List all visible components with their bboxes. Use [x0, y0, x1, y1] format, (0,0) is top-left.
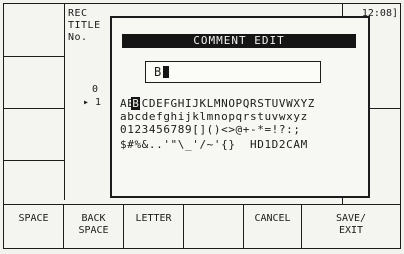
left-divider — [64, 4, 65, 200]
rec-label: REC — [68, 8, 88, 19]
blank-function-key[interactable] — [184, 205, 244, 249]
space-button-label: SPACE — [18, 213, 49, 224]
dialog-title: COMMENT EDIT — [122, 34, 356, 48]
letter-label-2: LETTER — [135, 213, 172, 224]
main-panel: REC TITLE No. 12:08] 0% 0 ▸ 1 SPACE BACK… — [3, 3, 401, 249]
save-exit-button[interactable]: SAVE/ EXIT — [302, 205, 400, 249]
text-cursor — [163, 66, 169, 78]
char-row-lowercase[interactable]: abcdefghijklmnopqrstuvwxyz — [120, 111, 308, 123]
save-exit-label-1: SAVE/ — [335, 213, 367, 224]
char-row-special[interactable]: $#%&..'"\_'/~'{} HD1D2CAM — [120, 139, 308, 151]
left-cell-1 — [4, 4, 64, 57]
char-row-uppercase[interactable]: AB CDEFGHIJKLMNOPQRSTUVWXYZ — [120, 98, 315, 110]
list-row-1[interactable]: ▸ 1 — [83, 97, 101, 108]
title-label: TITLE — [68, 20, 101, 31]
list-row-0[interactable]: 0 — [92, 84, 98, 95]
cancel-button[interactable]: CANCEL — [244, 205, 302, 249]
no-label: No. — [68, 32, 88, 43]
cancel-label-1: CANCEL — [254, 213, 291, 224]
comment-input-value: B — [154, 65, 162, 79]
back-space-label-2: SPACE — [78, 225, 109, 236]
back-space-button[interactable]: BACK SPACE — [64, 205, 124, 249]
left-cell-3 — [4, 108, 64, 161]
back-space-label-1: BACK — [81, 213, 106, 224]
left-cell-2 — [4, 56, 64, 109]
comment-input[interactable]: B — [145, 61, 321, 83]
function-key-bar: SPACE BACK SPACE LETTER CANCEL SAVE/ EXI… — [4, 204, 400, 249]
left-cell-4 — [4, 160, 64, 204]
letter-button[interactable]: LETTER — [124, 205, 184, 249]
selected-character-highlight[interactable]: B — [131, 97, 140, 110]
comment-edit-dialog: COMMENT EDIT B AB CDEFGHIJKLMNOPQRSTUVWX… — [110, 16, 370, 198]
space-button[interactable]: SPACE — [4, 205, 64, 249]
char-row-digits-symbols[interactable]: 0123456789[]()<>@+-*=!?:; — [120, 124, 301, 136]
save-exit-label-2: EXIT — [338, 225, 364, 236]
